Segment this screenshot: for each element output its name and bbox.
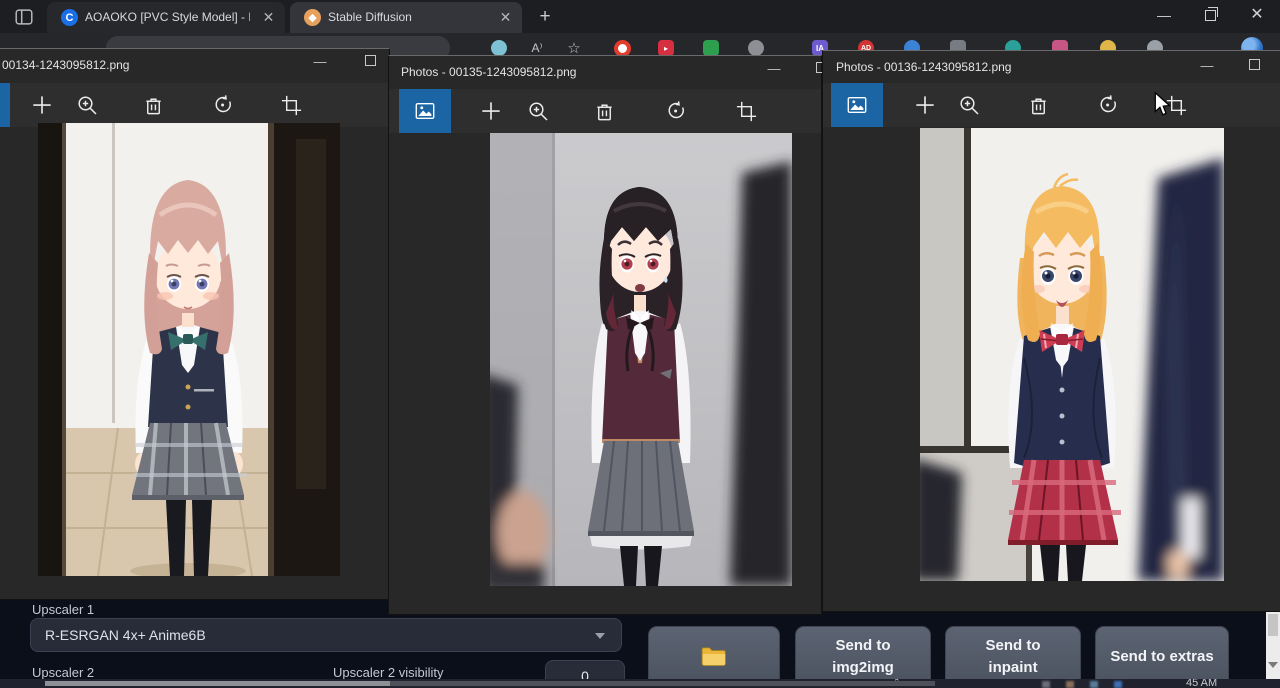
crop-icon[interactable]	[732, 97, 760, 125]
upscaler1-value: R-ESRGAN 4x+ Anime6B	[45, 627, 206, 643]
minimize-icon[interactable]: —	[300, 51, 340, 75]
scroll-down-icon[interactable]	[1268, 662, 1278, 668]
photo-image-00134	[38, 123, 340, 576]
photos-window-00136: Photos - 00136-1243095812.png —	[822, 50, 1280, 612]
browser-minimize-icon[interactable]: —	[1141, 0, 1187, 32]
button-label: Send to inpaint	[977, 635, 1049, 679]
delete-icon[interactable]	[139, 91, 167, 119]
extension-icon[interactable]	[748, 40, 764, 56]
photos-window-00134: 00134-1243095812.png —	[0, 48, 390, 600]
taskbar: ⌃ 45 AM	[0, 679, 1280, 688]
upscaler2-visibility-label: Upscaler 2 visibility	[333, 665, 444, 680]
window-title: 00134-1243095812.png	[2, 58, 129, 72]
tab-civitai[interactable]: C AOAOKO [PVC Style Model] - PV ✕	[47, 2, 285, 33]
photo-image-00136	[920, 128, 1224, 581]
maximize-icon[interactable]	[350, 51, 390, 75]
delete-icon[interactable]	[590, 97, 618, 125]
new-tab-icon[interactable]: +	[534, 6, 556, 28]
browser-close-icon[interactable]: ✕	[1234, 0, 1280, 32]
tab-search-icon[interactable]	[13, 6, 35, 28]
see-all-photos-button[interactable]	[0, 83, 10, 127]
read-aloud-icon[interactable]: A⁾	[529, 40, 545, 56]
tray-icon[interactable]	[1114, 681, 1122, 688]
photos-window-00135: Photos - 00135-1243095812.png —	[388, 55, 822, 615]
rotate-icon[interactable]	[209, 91, 237, 119]
tab-label: Stable Diffusion	[328, 10, 493, 24]
photo-image-00135	[490, 133, 792, 586]
see-all-photos-button[interactable]	[399, 89, 451, 133]
tab-close-icon[interactable]: ✕	[260, 9, 277, 26]
extension-icon[interactable]	[491, 40, 507, 56]
button-label: Send to img2img	[825, 635, 901, 679]
window-title: Photos - 00136-1243095812.png	[836, 60, 1011, 74]
crop-icon[interactable]	[277, 91, 305, 119]
button-label: Send to extras	[1110, 646, 1213, 668]
zoom-icon[interactable]	[955, 91, 983, 119]
taskbar-clock[interactable]: 45 AM	[1186, 679, 1217, 688]
see-all-photos-button[interactable]	[831, 83, 883, 127]
chevron-down-icon	[595, 633, 605, 639]
tab-stable-diffusion[interactable]: ◆ Stable Diffusion ✕	[290, 2, 522, 33]
browser-tab-bar: C AOAOKO [PVC Style Model] - PV ✕ ◆ Stab…	[0, 0, 1280, 33]
tab-label: AOAOKO [PVC Style Model] - PV	[85, 10, 250, 24]
horizontal-scrollbar-thumb[interactable]	[45, 681, 390, 686]
photos-toolbar	[0, 83, 389, 127]
tray-icon[interactable]	[1066, 681, 1074, 688]
upscaler2-label: Upscaler 2	[32, 665, 94, 680]
scrollbar-thumb[interactable]	[1268, 614, 1278, 636]
folder-icon	[701, 646, 727, 668]
minimize-icon[interactable]: —	[1187, 55, 1227, 79]
sd-favicon-icon: ◆	[304, 9, 321, 26]
minimize-icon[interactable]: —	[754, 58, 794, 82]
tray-icon[interactable]	[1042, 681, 1050, 688]
rotate-icon[interactable]	[1094, 91, 1122, 119]
desktop: C AOAOKO [PVC Style Model] - PV ✕ ◆ Stab…	[0, 0, 1280, 688]
mouse-cursor	[1154, 92, 1172, 123]
page-scrollbar[interactable]	[1266, 612, 1280, 688]
civitai-favicon-icon: C	[61, 9, 78, 26]
add-to-icon[interactable]	[28, 91, 56, 119]
extension-icon[interactable]	[703, 40, 719, 56]
photo-grid-icon	[846, 94, 868, 116]
add-to-icon[interactable]	[477, 97, 505, 125]
photo-grid-icon	[414, 100, 436, 122]
rotate-icon[interactable]	[662, 97, 690, 125]
zoom-icon[interactable]	[73, 91, 101, 119]
upscaler1-dropdown[interactable]: R-ESRGAN 4x+ Anime6B	[30, 618, 622, 652]
browser-restore-icon[interactable]	[1187, 0, 1233, 32]
zoom-icon[interactable]	[524, 97, 552, 125]
extension-icon[interactable]: ▸	[658, 40, 674, 56]
tab-close-icon[interactable]: ✕	[497, 9, 514, 26]
delete-icon[interactable]	[1024, 91, 1052, 119]
add-to-icon[interactable]	[911, 91, 939, 119]
tray-icon[interactable]	[1090, 681, 1098, 688]
favorites-star-icon[interactable]: ☆	[566, 40, 582, 56]
horizontal-scrollbar-track[interactable]	[390, 681, 935, 686]
maximize-icon[interactable]	[1234, 55, 1274, 79]
tray-chevron-icon[interactable]: ⌃	[893, 679, 901, 688]
window-title: Photos - 00135-1243095812.png	[401, 65, 576, 79]
upscaler1-label: Upscaler 1	[32, 602, 94, 617]
